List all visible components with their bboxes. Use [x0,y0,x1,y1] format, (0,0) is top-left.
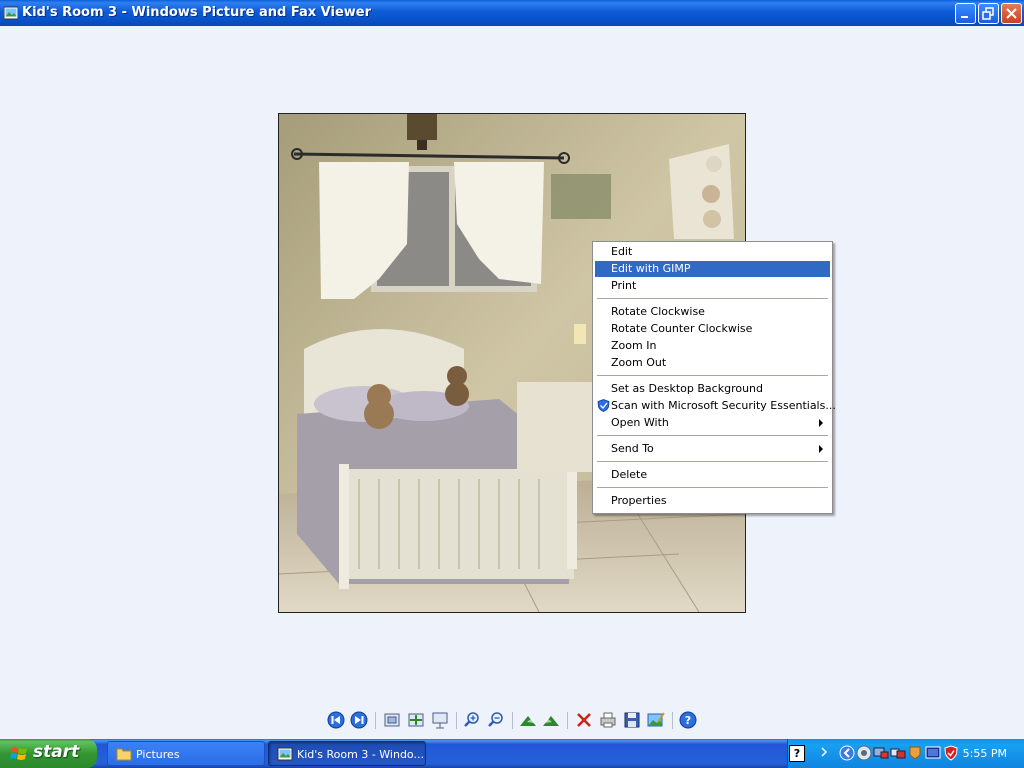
menu-item-scan-security-essentials[interactable]: Scan with Microsoft Security Essentials.… [595,398,836,414]
system-tray: 5:55 PM [787,739,1024,768]
taskbar-item-pictures[interactable]: Pictures [107,741,265,766]
toolbar-separator [567,712,568,729]
language-bar-icon[interactable] [818,745,834,761]
help-tray-icon[interactable]: ? [789,745,805,762]
menu-item-properties[interactable]: Properties [595,493,830,509]
minimize-button[interactable] [955,3,976,24]
best-fit-icon[interactable] [382,710,402,730]
picture-viewer-icon [277,747,293,761]
toolbar-separator [672,712,673,729]
zoom-out-icon[interactable] [486,710,506,730]
restore-icon [982,7,994,20]
security-essentials-icon [597,399,610,412]
menu-separator [597,435,828,436]
menu-item-rotate-counter-clockwise[interactable]: Rotate Counter Clockwise [595,321,830,337]
menu-item-print[interactable]: Print [595,278,830,294]
taskbar-item-label: Kid's Room 3 - Windo... [297,748,424,761]
menu-item-zoom-in[interactable]: Zoom In [595,338,830,354]
viewer-toolbar: ? [0,706,1024,734]
menu-item-set-desktop-background[interactable]: Set as Desktop Background [595,381,830,397]
rotate-clockwise-icon[interactable] [518,710,538,730]
edit-icon[interactable] [646,710,666,730]
taskbar: start Pictures Kid's Room 3 - Windo... 5… [0,739,1024,768]
menu-item-open-with[interactable]: Open With [595,415,830,431]
svg-text:?: ? [685,714,691,727]
menu-item-edit[interactable]: Edit [595,244,830,260]
connection-icon[interactable] [890,745,906,761]
clock[interactable]: 5:55 PM [963,739,1007,768]
minimize-icon [961,16,968,18]
menu-item-edit-with-gimp[interactable]: Edit with GIMP [595,261,830,277]
slideshow-icon[interactable] [430,710,450,730]
menu-separator [597,375,828,376]
menu-separator [597,461,828,462]
toolbar-separator [375,712,376,729]
window-title: Kid's Room 3 - Windows Picture and Fax V… [22,5,371,20]
display-icon[interactable] [873,745,889,761]
print-icon[interactable] [598,710,618,730]
security-icon[interactable] [907,745,923,761]
toolbar-separator [512,712,513,729]
menu-separator [597,298,828,299]
help-icon[interactable]: ? [678,710,698,730]
menu-separator [597,487,828,488]
start-label: start [33,742,80,762]
show-hidden-icons-icon[interactable] [839,745,855,761]
menu-item-label: Open With [611,416,669,429]
next-image-icon[interactable] [349,710,369,730]
delete-icon[interactable] [574,710,594,730]
maximize-button[interactable] [978,3,999,24]
menu-item-label: Send To [611,442,654,455]
zoom-in-icon[interactable] [462,710,482,730]
previous-image-icon[interactable] [326,710,346,730]
picture-viewer-icon [4,6,18,20]
menu-item-zoom-out[interactable]: Zoom Out [595,355,830,371]
windows-logo-icon [10,747,27,760]
folder-icon [116,748,132,761]
toolbar-separator [456,712,457,729]
taskbar-item-label: Pictures [136,748,180,761]
menu-item-delete[interactable]: Delete [595,467,830,483]
actual-size-icon[interactable] [406,710,426,730]
security-essentials-tray-icon[interactable] [943,745,959,761]
save-icon[interactable] [622,710,642,730]
taskbar-item-picture-viewer[interactable]: Kid's Room 3 - Windo... [268,741,426,766]
menu-item-label: Scan with Microsoft Security Essentials.… [611,399,836,412]
rotate-counterclockwise-icon[interactable] [541,710,561,730]
start-button[interactable]: start [0,739,97,768]
network-icon[interactable] [856,745,872,761]
submenu-arrow-icon [819,419,823,427]
submenu-arrow-icon [819,445,823,453]
close-button[interactable] [1001,3,1022,24]
monitor-icon[interactable] [925,745,941,761]
close-icon [1006,8,1017,19]
menu-item-send-to[interactable]: Send To [595,441,830,457]
title-bar: Kid's Room 3 - Windows Picture and Fax V… [0,0,1024,26]
menu-item-rotate-clockwise[interactable]: Rotate Clockwise [595,304,830,320]
context-menu: Edit Edit with GIMP Print Rotate Clockwi… [592,241,836,514]
